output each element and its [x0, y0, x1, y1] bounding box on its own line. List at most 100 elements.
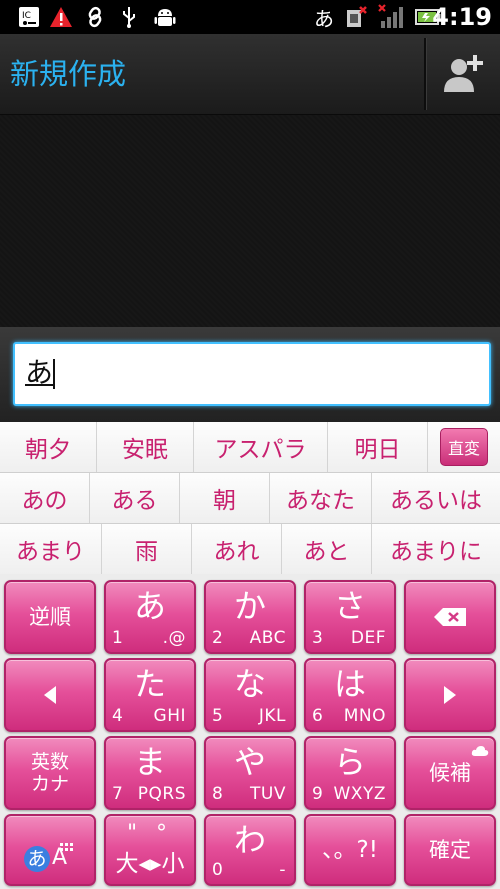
- key-sub: MNO: [343, 706, 386, 726]
- backspace-icon: [406, 582, 494, 652]
- candidate-item[interactable]: ある: [90, 473, 180, 523]
- direct-convert-button[interactable]: 直変: [440, 428, 488, 466]
- dakuten-key[interactable]: " ° 大◂▸小: [104, 814, 196, 886]
- key-number: 1: [112, 628, 123, 648]
- key-ya[interactable]: や 8 TUV: [204, 736, 296, 810]
- input-mode-key[interactable]: あ A: [4, 814, 96, 886]
- key-label: ま: [133, 743, 166, 781]
- key-sub: -: [279, 860, 286, 880]
- key-sub: DEF: [350, 628, 386, 648]
- backspace-key[interactable]: [404, 580, 496, 654]
- input-text: あ: [25, 356, 56, 389]
- page-title: 新規作成: [10, 57, 127, 91]
- candidate-item[interactable]: あれ: [192, 524, 282, 574]
- punctuation-key[interactable]: 、。?!: [304, 814, 396, 886]
- divider: [424, 38, 427, 110]
- compose-bar: あ: [0, 327, 500, 422]
- dakuten-label: " °: [126, 821, 174, 846]
- link-icon: [82, 4, 108, 30]
- candidate-item[interactable]: 朝夕: [0, 422, 97, 472]
- reverse-key[interactable]: 逆順: [4, 580, 96, 654]
- candidate-item[interactable]: 朝: [180, 473, 270, 523]
- add-contact-icon: [444, 55, 483, 92]
- cloud-icon: [471, 742, 489, 761]
- candidate-row: あまり 雨 あれ あと あまりに: [0, 524, 500, 575]
- arrow-right-icon: [406, 660, 494, 730]
- key-ra[interactable]: ら 9 WXYZ: [304, 736, 396, 810]
- key-ka[interactable]: か 2 ABC: [204, 580, 296, 654]
- key-label: な: [233, 665, 266, 703]
- key-label: か: [233, 587, 266, 625]
- status-bar: IC あ 4:19: [0, 0, 500, 34]
- key-label: 確定: [429, 838, 471, 862]
- size-toggle-label: 大◂▸小: [115, 851, 185, 877]
- signal-icon: [376, 4, 406, 30]
- key-label: 、。?!: [322, 837, 378, 863]
- candidate-bar: 朝夕 安眠 アスパラ 明日 直変 あの ある 朝 あなた あるいは あまり 雨 …: [0, 422, 500, 575]
- key-ma[interactable]: ま 7 PQRS: [104, 736, 196, 810]
- key-label: あ: [133, 587, 166, 625]
- key-number: 6: [312, 706, 323, 726]
- key-a[interactable]: あ 1 .@: [104, 580, 196, 654]
- key-label: は: [333, 665, 366, 703]
- candidate-row: 朝夕 安眠 アスパラ 明日 直変: [0, 422, 500, 473]
- key-na[interactable]: な 5 JKL: [204, 658, 296, 732]
- key-sub: PQRS: [137, 784, 186, 804]
- key-ta[interactable]: た 4 GHI: [104, 658, 196, 732]
- candidate-item[interactable]: あるいは: [372, 473, 500, 523]
- key-label-line: 英数: [30, 751, 69, 773]
- key-number: 3: [312, 628, 323, 648]
- key-label-line: カナ: [30, 773, 69, 795]
- cursor-left-key[interactable]: [4, 658, 96, 732]
- grid-icon: [60, 838, 74, 857]
- arrow-left-icon: [6, 660, 94, 730]
- ime-indicator: あ: [314, 6, 334, 31]
- sim-icon: [343, 4, 369, 30]
- candidate-item[interactable]: あと: [282, 524, 372, 574]
- eisu-kana-key[interactable]: 英数 カナ: [4, 736, 96, 810]
- key-number: 0: [212, 860, 223, 880]
- candidate-item[interactable]: あまり: [0, 524, 102, 574]
- usb-icon: [118, 4, 140, 30]
- key-number: 7: [112, 784, 123, 804]
- keyboard: 逆順 あ 1 .@ か 2 ABC さ 3 DEF た 4 GHI な 5 JK…: [0, 574, 500, 889]
- candidate-item[interactable]: アスパラ: [194, 422, 328, 472]
- message-list: [0, 115, 500, 327]
- candidate-item[interactable]: 明日: [328, 422, 428, 472]
- key-number: 2: [212, 628, 223, 648]
- key-ha[interactable]: は 6 MNO: [304, 658, 396, 732]
- key-label: ら: [333, 743, 366, 781]
- key-sub: .@: [162, 628, 186, 648]
- key-number: 8: [212, 784, 223, 804]
- mode-hiragana-indicator: あ: [24, 846, 50, 872]
- candidate-item[interactable]: 雨: [102, 524, 192, 574]
- key-sub: GHI: [153, 706, 186, 726]
- candidate-item[interactable]: あなた: [270, 473, 372, 523]
- title-bar: 新規作成: [0, 34, 500, 115]
- usb-debug-icon: IC: [16, 4, 42, 30]
- message-input[interactable]: あ: [13, 342, 491, 406]
- candidate-item[interactable]: あまりに: [372, 524, 500, 574]
- key-sub: JKL: [258, 706, 286, 726]
- warning-icon: [48, 4, 74, 30]
- add-contact-button[interactable]: [428, 34, 500, 114]
- cursor-right-key[interactable]: [404, 658, 496, 732]
- key-sa[interactable]: さ 3 DEF: [304, 580, 396, 654]
- key-label: 逆順: [29, 605, 71, 629]
- key-sub: WXYZ: [333, 784, 386, 804]
- key-label: さ: [333, 587, 366, 625]
- key-sub: TUV: [250, 784, 286, 804]
- key-label: や: [233, 743, 266, 781]
- key-label: わ: [233, 821, 266, 859]
- confirm-key[interactable]: 確定: [404, 814, 496, 886]
- henkan-cell: 直変: [428, 422, 500, 472]
- candidate-item[interactable]: あの: [0, 473, 90, 523]
- key-number: 9: [312, 784, 323, 804]
- clock: 4:19: [432, 3, 492, 31]
- key-sub: ABC: [249, 628, 286, 648]
- key-wa[interactable]: わ 0 -: [204, 814, 296, 886]
- candidates-key[interactable]: 候補: [404, 736, 496, 810]
- candidate-item[interactable]: 安眠: [97, 422, 194, 472]
- key-number: 5: [212, 706, 223, 726]
- svg-text:IC: IC: [22, 11, 31, 21]
